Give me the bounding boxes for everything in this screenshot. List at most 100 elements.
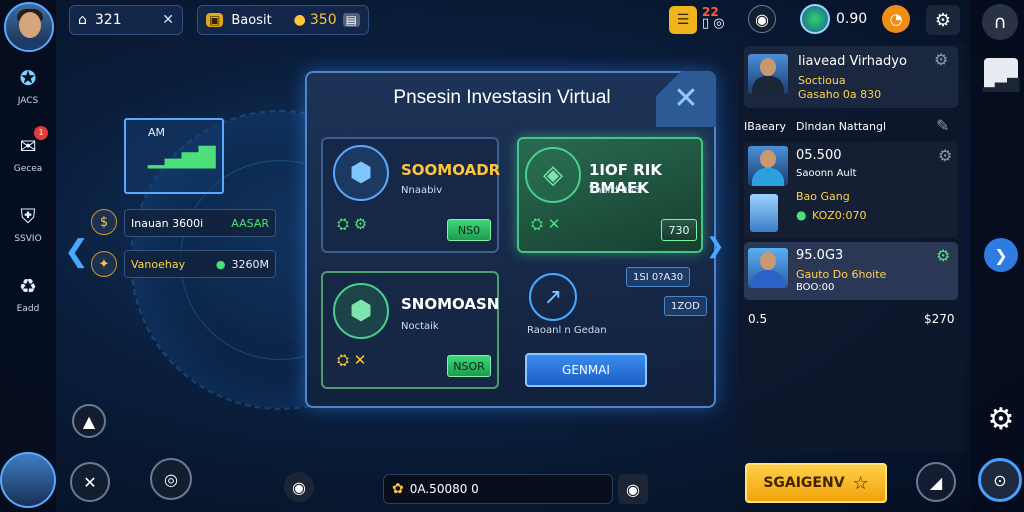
upgrade-icons: ⛭ ✕ bbox=[337, 351, 367, 369]
coin-icon: ✦ bbox=[91, 251, 117, 277]
tab-right[interactable]: Dlndan Nattangl bbox=[796, 120, 886, 133]
rocket-icon: ▲ bbox=[82, 411, 96, 431]
investment-modal: Pnsesin Investasin Virtual ✕ ⬢ SOOMOADR … bbox=[305, 71, 716, 408]
rocket-button[interactable]: ▲ bbox=[72, 404, 106, 438]
card-subtitle: Nnaabiv bbox=[401, 185, 443, 196]
rail-label: Gecea bbox=[13, 164, 43, 174]
search-button[interactable]: SGAIGENV ☆ bbox=[745, 463, 887, 503]
crystal-icon bbox=[750, 194, 778, 232]
gear-icon[interactable]: ⚙ bbox=[936, 246, 950, 265]
recycle-icon: ♻ bbox=[19, 274, 37, 298]
notification-badge: 1 bbox=[34, 126, 48, 140]
next-panel-button[interactable]: ❯ bbox=[984, 238, 1018, 272]
tab-left[interactable]: IBaeary bbox=[744, 120, 786, 133]
card-buy-button[interactable]: 730 bbox=[661, 219, 697, 241]
rail-label: Eadd bbox=[16, 304, 40, 314]
building-label: AM bbox=[148, 126, 166, 139]
upgrade-icons: ⛭ ✕ bbox=[531, 215, 561, 233]
coins-bar: ✿ 0A.50080 0 bbox=[383, 474, 613, 504]
player-avatar[interactable] bbox=[4, 2, 54, 52]
investment-card-1[interactable]: ⬢ SOOMOADR Nnaabiv ⛭ ⚙ NS0 bbox=[321, 137, 500, 253]
city-thumbnail[interactable] bbox=[0, 452, 56, 508]
coins-bar-value: 0A.50080 0 bbox=[409, 482, 479, 496]
profile-name: Iiavead Virhadyo bbox=[798, 54, 907, 69]
camera-button[interactable]: ◉ bbox=[284, 472, 314, 502]
building-chart-panel: AM ▁▃▅▇ bbox=[124, 118, 224, 194]
level-badge-icon[interactable]: ☰ bbox=[669, 6, 697, 34]
investment-card-2[interactable]: ◈ 1IOF RIK BMAEK Tnard 065 ⛭ ✕ 730 bbox=[517, 137, 703, 253]
headset-icon: ∩ bbox=[993, 11, 1007, 33]
item-line: Saoonn Ault bbox=[796, 168, 857, 179]
cube-icon: ⬢ bbox=[333, 145, 389, 201]
settings-gear-button[interactable]: ⚙ bbox=[982, 400, 1020, 438]
gear-icon: ⚙ bbox=[987, 401, 1015, 437]
rail-label: SSVIO bbox=[14, 234, 42, 244]
chevron-right-icon[interactable]: ❯ bbox=[706, 234, 724, 259]
info-row-label: Inauan 3600i bbox=[131, 216, 204, 230]
item-line: Gauto Do 6hoite bbox=[796, 268, 887, 281]
gear-icon[interactable]: ⚙ bbox=[938, 146, 952, 165]
edit-icon[interactable]: ✎ bbox=[936, 116, 949, 135]
home-value: 321 bbox=[94, 12, 122, 28]
action-button[interactable]: GENMAI bbox=[525, 353, 647, 387]
footer-left-value: 0.5 bbox=[748, 312, 768, 326]
item-amount: 05.500 bbox=[796, 148, 842, 163]
info-row-label: Vanoehay bbox=[131, 257, 186, 271]
gear-icon[interactable]: ⚙ bbox=[934, 50, 948, 69]
close-icon[interactable]: ✕ bbox=[162, 12, 174, 28]
radar-icon: ◎ bbox=[164, 469, 178, 489]
item-line: BOO:00 bbox=[796, 282, 835, 293]
pencil-icon: ◢ bbox=[929, 472, 943, 492]
coin-icon: ● bbox=[293, 12, 306, 28]
profile-sub: Soctioua bbox=[798, 74, 846, 87]
rail-item-shield[interactable]: ⛨ SSVIO bbox=[0, 200, 56, 244]
camera-icon: ◉ bbox=[292, 477, 306, 497]
upgrade-icons: ⛭ ⚙ bbox=[337, 215, 368, 233]
home-icon: ⌂ bbox=[78, 12, 87, 28]
draw-button[interactable]: ◢ bbox=[916, 462, 956, 502]
boost-pill[interactable]: ▣ Baosit ● 350 ▤ bbox=[197, 5, 369, 35]
rail-item-recycle[interactable]: ♻ Eadd bbox=[0, 270, 56, 314]
profile-card[interactable]: Iiavead Virhadyo Soctioua Gasaho 0a 830 … bbox=[744, 46, 958, 108]
investment-card-3[interactable]: ⬢ SNOMOASN Noctaik ⛭ ✕ NSOR bbox=[321, 271, 499, 389]
wallet-icon[interactable]: ▤ bbox=[342, 13, 360, 27]
profile-thumbnail bbox=[748, 54, 788, 94]
chevron-left-icon[interactable]: ❮ bbox=[64, 234, 89, 269]
search-button-label: SGAIGENV bbox=[763, 475, 845, 491]
rail-item-jacs[interactable]: ✪ JACS bbox=[0, 62, 56, 106]
item-amount: 95.0G3 bbox=[796, 248, 844, 263]
card-title: SNOMOASN bbox=[401, 295, 500, 313]
stats-icon[interactable]: ▂▄▆ bbox=[983, 58, 1019, 92]
card-buy-button[interactable]: NS0 bbox=[447, 219, 491, 241]
globe-icon[interactable] bbox=[800, 4, 830, 34]
boost-label: Baosit bbox=[231, 12, 272, 28]
camera-button-2[interactable]: ◉ bbox=[618, 474, 648, 504]
level-extra-icon: ▯ ◎ bbox=[702, 16, 725, 31]
list-item[interactable]: 95.0G3 Gauto Do 6hoite BOO:00 ⚙ bbox=[744, 242, 958, 300]
list-item[interactable]: 05.500 Saoonn Ault Bao Gang ● KOZ0:070 ⚙ bbox=[744, 142, 958, 238]
item-line: Bao Gang bbox=[796, 190, 850, 203]
card-buy-button[interactable]: NSOR bbox=[447, 355, 491, 377]
star-badge-icon: ✪ bbox=[19, 66, 37, 90]
shield-leaf-icon: ◈ bbox=[525, 147, 581, 203]
home-pill[interactable]: ⌂ 321 ✕ bbox=[69, 5, 183, 35]
footer-right-value: $270 bbox=[924, 312, 955, 326]
rail-item-mail[interactable]: ✉ 1 Gecea bbox=[0, 126, 56, 174]
shield-icon: ⛨ bbox=[20, 204, 36, 228]
location-button[interactable]: ⊙ bbox=[978, 458, 1022, 502]
headset-button[interactable]: ∩ bbox=[982, 4, 1018, 40]
modal-title: Pnsesin Investasin Virtual bbox=[393, 87, 611, 108]
info-row-2: Vanoehay ● 3260M bbox=[124, 250, 276, 278]
mute-button[interactable]: ✕ bbox=[70, 462, 110, 502]
camera-button[interactable]: ◉ bbox=[748, 5, 776, 33]
coin-icon: ● bbox=[215, 257, 226, 271]
mute-icon: ✕ bbox=[83, 472, 97, 492]
close-button[interactable]: ✕ bbox=[656, 71, 716, 127]
item-thumbnail bbox=[748, 146, 788, 186]
fire-icon[interactable]: ◔ bbox=[882, 5, 910, 33]
pin-icon: ⊙ bbox=[993, 470, 1007, 490]
item-line: KOZ0:070 bbox=[812, 209, 867, 222]
camera-icon: ◉ bbox=[626, 479, 640, 499]
radar-button[interactable]: ◎ bbox=[150, 458, 192, 500]
settings-button[interactable]: ⚙ bbox=[926, 5, 960, 35]
